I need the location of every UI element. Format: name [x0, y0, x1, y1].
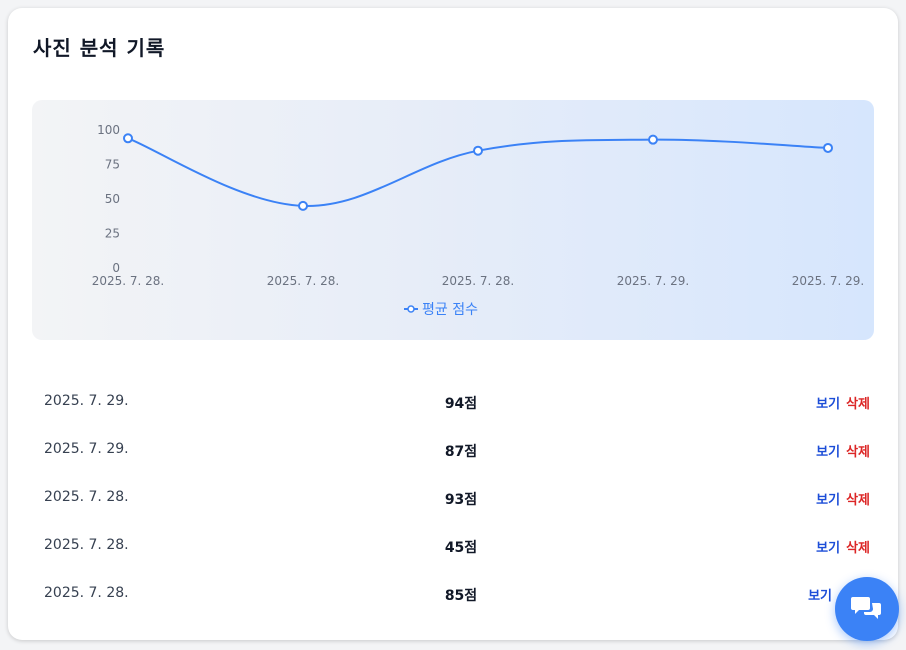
x-tick-label: 2025. 7. 28. — [442, 274, 515, 288]
y-tick-label: 25 — [105, 227, 120, 241]
score-chart: 0 25 50 75 100 2025. 7. 28. 2025. 7. 28. 2025.… — [32, 100, 874, 340]
record-row: 2025. 7. 29. 87점 보기 삭제 — [32, 427, 874, 475]
legend-label: 평균 점수 — [422, 302, 478, 318]
data-point[interactable] — [648, 134, 658, 145]
y-tick-label: 100 — [97, 123, 120, 137]
legend-point-icon — [407, 305, 415, 313]
record-row: 2025. 7. 28. 45점 보기 삭제 — [32, 523, 874, 571]
record-row: 2025. 7. 29. 94점 보기 삭제 — [32, 379, 874, 427]
record-actions: 보기 삭제 — [816, 537, 870, 556]
view-button[interactable]: 보기 — [816, 445, 840, 460]
y-tick-label: 50 — [105, 192, 120, 206]
x-tick-label: 2025. 7. 29. — [792, 274, 865, 288]
data-point[interactable] — [473, 145, 483, 156]
record-actions: 보기 삭제 — [816, 441, 870, 460]
history-card: 사진 분석 기록 0 25 50 75 100 2025. 7. 28. 2025. 7.… — [8, 8, 898, 640]
view-button[interactable]: 보기 — [816, 397, 840, 412]
record-actions: 보기 삭제 — [816, 489, 870, 508]
record-score: 87점 — [444, 444, 478, 460]
record-row: 2025. 7. 28. 93점 보기 삭제 — [32, 475, 874, 523]
record-actions: 보기 — [808, 585, 838, 604]
view-button[interactable]: 보기 — [808, 589, 832, 604]
delete-button[interactable]: 삭제 — [846, 397, 870, 412]
delete-button[interactable]: 삭제 — [846, 541, 870, 556]
x-tick-label: 2025. 7. 28. — [92, 274, 165, 288]
record-score: 93점 — [444, 492, 478, 508]
record-actions: 보기 삭제 — [816, 393, 870, 412]
page-title: 사진 분석 기록 — [33, 36, 166, 60]
x-tick-label: 2025. 7. 29. — [617, 274, 690, 288]
delete-button[interactable]: 삭제 — [846, 493, 870, 508]
view-button[interactable]: 보기 — [816, 541, 840, 556]
view-button[interactable]: 보기 — [816, 493, 840, 508]
data-point[interactable] — [823, 142, 833, 153]
y-tick-label: 75 — [105, 158, 120, 172]
x-tick-label: 2025. 7. 28. — [267, 274, 340, 288]
chat-button[interactable] — [835, 577, 899, 641]
score-line-chart: 0 25 50 75 100 2025. 7. 28. 2025. 7. 28. 2025.… — [92, 123, 865, 318]
chat-bubbles-icon — [851, 597, 881, 619]
data-point[interactable] — [123, 133, 133, 144]
data-point[interactable] — [298, 200, 308, 211]
record-score: 85점 — [444, 588, 478, 604]
record-score: 94점 — [444, 396, 478, 412]
chart-legend[interactable]: 평균 점수 — [404, 302, 478, 318]
y-tick-label: 0 — [112, 261, 120, 275]
delete-button[interactable]: 삭제 — [846, 445, 870, 460]
record-score: 45점 — [444, 540, 478, 556]
record-row: 2025. 7. 28. 85점 보기 — [32, 571, 874, 619]
